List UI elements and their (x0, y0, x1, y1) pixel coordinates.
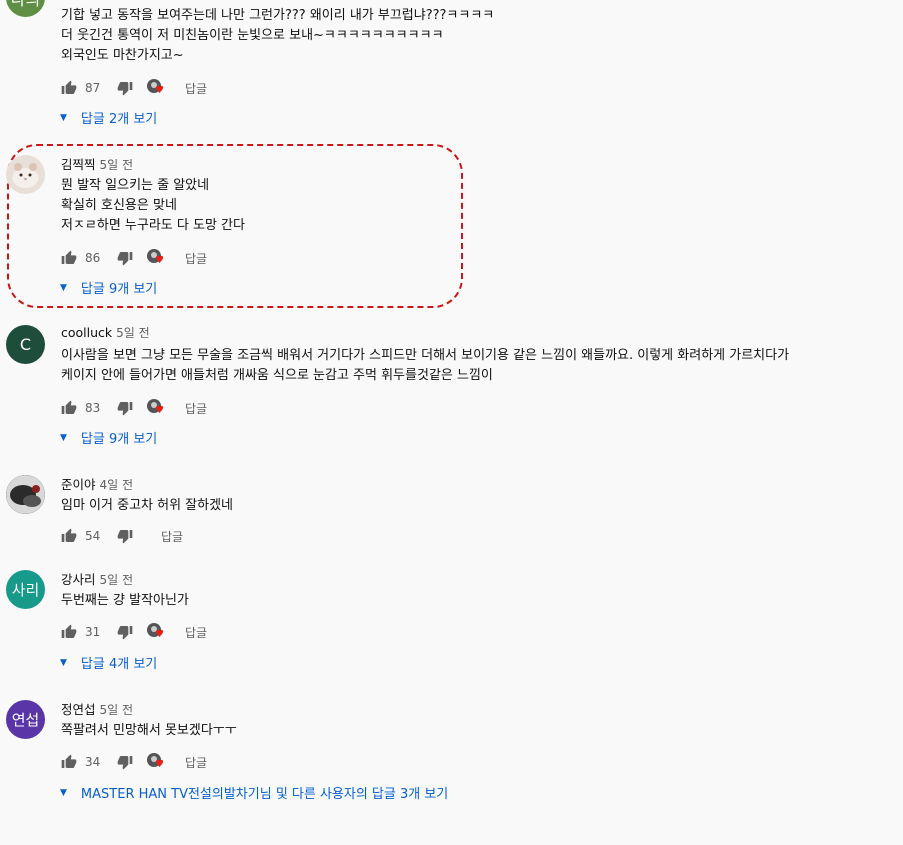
comment-actions: 54 답글 (61, 525, 183, 547)
thumbs-up-icon[interactable] (61, 528, 77, 544)
thumbs-up-icon[interactable] (61, 80, 77, 96)
comment-text: 이사람을 보면 그냥 모든 무술을 조금씩 배워서 거기다가 스피드만 더해서 … (61, 348, 790, 383)
view-replies-button[interactable]: ▼ 답글 4개 보기 (60, 653, 157, 672)
comment-text: 임마 이거 중고차 허위 잘하겠네 (61, 498, 234, 513)
creator-heart-icon: ♥ (147, 249, 165, 267)
comment-time[interactable]: 5일 전 (116, 326, 150, 340)
thumbs-down-icon[interactable] (117, 624, 133, 640)
view-replies-button[interactable]: ▼ 답글 9개 보기 (60, 278, 157, 297)
author-name[interactable]: coolluck (61, 325, 112, 340)
caret-down-icon: ▼ (60, 787, 67, 798)
caret-down-icon: ▼ (60, 112, 67, 123)
comment-text: 두번째는 걍 발작아닌가 (61, 593, 189, 608)
replies-label: 답글 9개 보기 (80, 282, 158, 297)
like-count: 83 (85, 401, 101, 415)
thumbs-up-icon[interactable] (61, 400, 77, 416)
creator-heart-icon: ♥ (147, 623, 165, 641)
caret-down-icon: ▼ (60, 432, 67, 443)
comment-author[interactable]: 김찍찍 5일 전 (61, 154, 133, 173)
reply-button[interactable]: 답글 (185, 400, 207, 417)
author-name[interactable]: 정연섭 (61, 702, 96, 717)
comment-item: 나의 기합 넣고 동작을 보여주는데 나만 그런가??? 왜이리 내가 부끄럽냐… (0, 0, 903, 150)
creator-heart-icon: ♥ (147, 79, 165, 97)
thumbs-down-icon[interactable] (117, 754, 133, 770)
view-replies-button[interactable]: ▼ MASTER HAN TV전설의발차기님 및 다른 사용자의 답글 3개 보… (60, 783, 448, 802)
like-count: 87 (85, 81, 101, 95)
reply-button[interactable]: 답글 (161, 528, 183, 545)
replies-label: MASTER HAN TV전설의발차기님 및 다른 사용자의 답글 3개 보기 (80, 787, 449, 802)
comment-time[interactable]: 4일 전 (100, 478, 134, 492)
thumbs-up-icon[interactable] (61, 754, 77, 770)
author-name[interactable]: 김찍찍 (61, 157, 96, 172)
replies-label: 답글 4개 보기 (80, 657, 158, 672)
thumbs-down-icon[interactable] (117, 80, 133, 96)
caret-down-icon: ▼ (60, 657, 67, 668)
author-name[interactable]: 강사리 (61, 572, 96, 587)
caret-down-icon: ▼ (60, 282, 67, 293)
comment-text: 기합 넣고 동작을 보여주는데 나만 그런가??? 왜이리 내가 부끄럽냐???… (61, 8, 495, 63)
comment-actions: 31 ♥ 답글 (61, 621, 207, 643)
author-name[interactable]: 준이야 (61, 477, 96, 492)
comment-text: 쪽팔려서 민망해서 못보겠다ㅜㅜ (61, 723, 237, 738)
like-count: 54 (85, 529, 101, 543)
like-count: 34 (85, 755, 101, 769)
comment-time[interactable]: 5일 전 (100, 703, 134, 717)
comment-time[interactable]: 5일 전 (100, 573, 134, 587)
like-count: 86 (85, 251, 101, 265)
reply-button[interactable]: 답글 (185, 250, 207, 267)
reply-button[interactable]: 답글 (185, 754, 207, 771)
comment-actions: 87 ♥ 답글 (61, 77, 207, 99)
comment-actions: 34 ♥ 답글 (61, 751, 207, 773)
comment-author[interactable]: 강사리 5일 전 (61, 569, 133, 588)
comment-text: 뭔 발작 일으키는 줄 알았네 확실히 호신용은 맞네 저ㅈㄹ하면 누구라도 다… (61, 178, 245, 233)
avatar[interactable]: 사리 (6, 570, 45, 609)
avatar[interactable]: 연섭 (6, 700, 45, 739)
view-replies-button[interactable]: ▼ 답글 2개 보기 (60, 108, 157, 127)
reply-button[interactable]: 답글 (185, 80, 207, 97)
avatar-image (6, 475, 45, 514)
comment-item: 연섭 정연섭 5일 전 쪽팔려서 민망해서 못보겠다ㅜㅜ 34 ♥ 답글 ▼ MA… (0, 695, 903, 845)
comment-item: 사리 강사리 5일 전 두번째는 걍 발작아닌가 31 ♥ 답글 ▼ 답글 4개 … (0, 565, 903, 715)
comment-item: C coolluck 5일 전 이사람을 보면 그냥 모든 무술을 조금씩 배워서… (0, 320, 903, 470)
comment-time[interactable]: 5일 전 (100, 158, 134, 172)
replies-label: 답글 9개 보기 (80, 432, 158, 447)
thumbs-down-icon[interactable] (117, 400, 133, 416)
comment-author[interactable]: 준이야 4일 전 (61, 474, 133, 493)
avatar[interactable] (6, 475, 45, 514)
replies-label: 답글 2개 보기 (80, 112, 158, 127)
comment-actions: 83 ♥ 답글 (61, 397, 207, 419)
view-replies-button[interactable]: ▼ 답글 9개 보기 (60, 428, 157, 447)
avatar[interactable]: C (6, 325, 45, 364)
creator-heart-icon: ♥ (147, 753, 165, 771)
thumbs-up-icon[interactable] (61, 624, 77, 640)
reply-button[interactable]: 답글 (185, 624, 207, 641)
comment-author[interactable]: coolluck 5일 전 (61, 324, 150, 341)
like-count: 31 (85, 625, 101, 639)
thumbs-down-icon[interactable] (117, 528, 133, 544)
thumbs-up-icon[interactable] (61, 250, 77, 266)
hamster-avatar-image (6, 155, 45, 194)
thumbs-down-icon[interactable] (117, 250, 133, 266)
comment-item: 김찍찍 5일 전 뭔 발작 일으키는 줄 알았네 확실히 호신용은 맞네 저ㅈㄹ하… (0, 150, 903, 300)
creator-heart-icon: ♥ (147, 399, 165, 417)
avatar[interactable] (6, 155, 45, 194)
avatar[interactable]: 나의 (6, 0, 45, 17)
comment-actions: 86 ♥ 답글 (61, 247, 207, 269)
comment-author[interactable]: 정연섭 5일 전 (61, 699, 133, 718)
